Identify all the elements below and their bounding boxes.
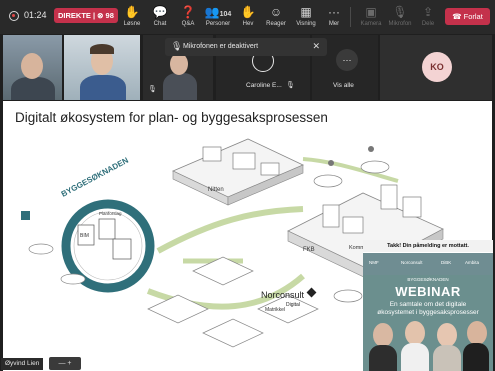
leave-button[interactable]: ☎ Forlat [445, 8, 490, 25]
more-icon: ··· [328, 5, 340, 19]
webinar-brand: BYGGESØKNADEN [407, 277, 449, 282]
mic-disabled-toast: 🎙 Mikrofonen er deaktivert ✕ [165, 38, 327, 56]
stakeholder-pad [360, 160, 390, 174]
people-icon: 👥 [204, 5, 220, 19]
building-icon [322, 204, 340, 228]
building-icon [202, 146, 222, 162]
data-tile [202, 318, 264, 348]
flow-arrow [156, 206, 304, 254]
toolbar-button-people[interactable]: 👥104 Personer [202, 4, 234, 32]
participant-video-2[interactable] [64, 35, 140, 100]
phone-icon: ☎ [452, 12, 462, 21]
building-icon [402, 196, 422, 218]
label-fkb: FKB [303, 247, 315, 253]
stakeholder-pad [313, 174, 343, 188]
webinar-registration-card: Takk! Din påmelding er mottatt. NMF Norc… [363, 240, 493, 371]
recording-icon [9, 11, 19, 21]
zoom-controls[interactable]: — + [49, 357, 81, 370]
react-icon: ☺ [269, 5, 283, 19]
webinar-headline: WEBINAR [395, 284, 461, 299]
microphone-icon: 🎙 [171, 41, 183, 51]
participant-name: Caroline E... [246, 82, 282, 89]
toast-text: Mikrofonen er deaktivert [183, 43, 259, 50]
norconsult-logo: Norconsult [261, 290, 305, 300]
label-bim: BIM [80, 233, 89, 239]
label-planforslag: Planforslag [99, 211, 122, 216]
building-icon [342, 216, 364, 234]
teams-meeting-window: 01:24 DIREKTE | ⊗ 98 ✋ Løsne 💬 Chat ❓ Q&… [0, 0, 495, 371]
person-icon [368, 146, 374, 152]
label-matrikkel: Matrikkel [265, 307, 285, 313]
participant-video-1[interactable] [3, 35, 62, 100]
participant-tile-ko[interactable]: KO [380, 35, 492, 100]
label-nitten: Nitten [208, 187, 224, 193]
partner-logo: DiBK [441, 260, 452, 265]
close-icon[interactable]: ✕ [312, 41, 320, 52]
share-icon: ⇪ [422, 5, 434, 19]
byggesoknaden-logo-icon [21, 211, 30, 220]
toolbar-button-share[interactable]: ⇪ Dele [412, 4, 444, 32]
label-byggesoknaden: BYGGESØKNADEN [60, 156, 130, 199]
norconsult-digital: Digital [286, 302, 300, 308]
microphone-icon: 🎙 [148, 86, 157, 93]
document-icon [112, 238, 132, 260]
norconsult-logo-icon [306, 287, 317, 298]
microphone-muted-icon: 🎙 [286, 82, 295, 89]
leave-label: Forlat [463, 12, 483, 21]
more-icon: ··· [336, 49, 358, 71]
stakeholder-pad [333, 289, 363, 303]
data-tile [147, 294, 209, 324]
webinar-subline-1: En samtale om det digitale [389, 301, 467, 308]
qa-icon: ❓ [180, 5, 196, 19]
building-icon [380, 184, 398, 210]
see-all-label: Vis alle [333, 82, 354, 89]
toolbar-button-qa[interactable]: ❓ Q&A [172, 4, 204, 32]
camera-icon: ▣ [365, 5, 377, 19]
partner-logo: NMF [369, 260, 379, 265]
live-badge: DIREKTE | ⊗ 98 [54, 8, 118, 23]
document-icon [98, 218, 116, 240]
stakeholder-pad [28, 243, 54, 255]
building-icon [232, 152, 256, 170]
people-count: 104 [219, 11, 232, 18]
avatar: KO [422, 52, 452, 82]
webinar-banner: BYGGESØKNADEN WEBINAR En samtale om det … [363, 275, 493, 371]
partner-logo: Norconsult [401, 260, 423, 265]
person-icon [328, 160, 334, 166]
stakeholder-pad [60, 273, 86, 285]
webinar-subline-2: økosystemet i byggesaksprosesser [377, 309, 479, 316]
building-icon [260, 162, 280, 176]
registration-confirmation: Takk! Din påmelding er mottatt. [363, 240, 493, 252]
partner-logos: NMF Norconsult DiBK Ambita [363, 253, 493, 275]
toolbar-divider [350, 7, 351, 27]
toolbar-button-more[interactable]: ··· Mer [318, 4, 350, 32]
presenter-name: Øyvind Lien [1, 358, 44, 370]
partner-logo: Ambita [465, 260, 480, 265]
meeting-timer: 01:24 [24, 10, 47, 20]
meeting-toolbar: 01:24 DIREKTE | ⊗ 98 ✋ Løsne 💬 Chat ❓ Q&… [0, 0, 495, 34]
toolbar-button-react[interactable]: ☺ Reager [260, 4, 292, 32]
toolbar-button-camera[interactable]: ▣ Kamera [355, 4, 387, 32]
